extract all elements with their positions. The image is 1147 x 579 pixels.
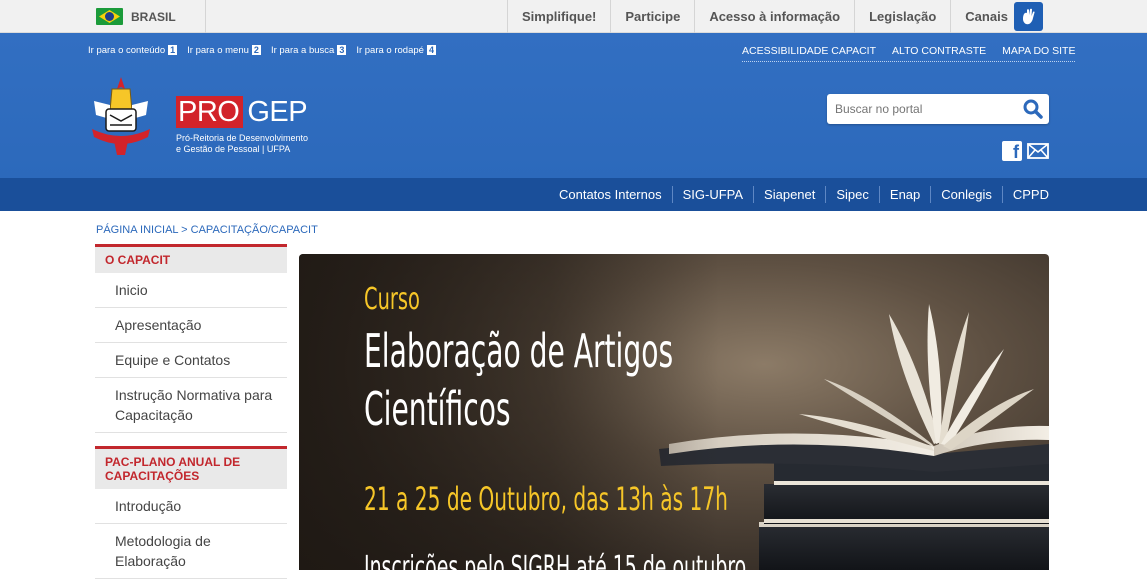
skip-links: Ir para o conteúdo 1 Ir para o menu 2 Ir p…	[88, 45, 436, 56]
logo-subtitle: Pró-Reitoria de Desenvolvimento e Gestão…	[176, 133, 309, 154]
nav-cppd[interactable]: CPPD	[1001, 186, 1059, 203]
nav-enap[interactable]: Enap	[878, 186, 930, 203]
ufpa-emblem-logo[interactable]	[88, 75, 154, 157]
breadcrumb[interactable]: PÁGINA INICIAL > CAPACITAÇÃO/CAPACIT	[96, 224, 318, 236]
brazil-flag-icon	[96, 8, 123, 25]
vlibras-hand-icon[interactable]	[1014, 2, 1043, 31]
gov-link-canais[interactable]: Canais	[950, 0, 1022, 33]
nav-contatos-internos[interactable]: Contatos Internos	[549, 186, 672, 203]
accessibility-links: ACESSIBILIDADE CAPACIT ALTO CONTRASTE MA…	[742, 45, 1076, 62]
social-links: f	[1002, 141, 1049, 161]
gov-bar: BRASIL Simplifique! Participe Acesso à i…	[0, 0, 1147, 33]
banner-registration: Inscrições pelo SIGRH até 15 de outubro	[364, 550, 747, 570]
sidebar-item-inicio[interactable]: Inicio	[95, 273, 287, 308]
gov-link-participe[interactable]: Participe	[610, 0, 694, 33]
brasil-label: BRASIL	[131, 9, 176, 24]
sidebar-menu: O CAPACIT Inicio Apresentação Equipe e C…	[95, 244, 287, 579]
facebook-icon[interactable]: f	[1002, 141, 1022, 161]
sidebar-item-equipe[interactable]: Equipe e Contatos	[95, 343, 287, 378]
search-icon[interactable]	[1023, 99, 1043, 119]
mail-icon[interactable]	[1027, 141, 1049, 161]
skip-link-footer[interactable]: Ir para o rodapé 4	[356, 45, 436, 56]
progep-logo[interactable]: PRO GEP	[176, 96, 308, 128]
sidebar-item-apresentacao[interactable]: Apresentação	[95, 308, 287, 343]
skip-link-content[interactable]: Ir para o conteúdo 1	[88, 45, 178, 56]
nav-sig-ufpa[interactable]: SIG-UFPA	[671, 186, 753, 203]
service-nav: Contatos Internos SIG-UFPA Siapenet Sipe…	[0, 178, 1147, 211]
sidebar-section-pac[interactable]: PAC-PLANO ANUAL DE CAPACITAÇÕES	[95, 446, 287, 489]
logo-pro: PRO	[176, 96, 244, 128]
gov-link-acesso[interactable]: Acesso à informação	[694, 0, 854, 33]
banner-kicker: Curso	[364, 282, 420, 317]
skip-link-menu[interactable]: Ir para o menu 2	[187, 45, 261, 56]
sidebar-item-instrucao[interactable]: Instrução Normativa para Capacitação	[95, 378, 287, 433]
nav-conlegis[interactable]: Conlegis	[930, 186, 1002, 203]
banner-title-line2: Científicos	[364, 382, 511, 436]
nav-siapenet[interactable]: Siapenet	[753, 186, 825, 203]
gov-links: Simplifique! Participe Acesso à informaç…	[507, 0, 1022, 33]
brasil-link[interactable]: BRASIL	[96, 0, 206, 33]
logo-gep: GEP	[247, 96, 308, 128]
banner-title-line1: Elaboração de Artigos	[364, 324, 674, 378]
high-contrast-link[interactable]: ALTO CONTRASTE	[892, 45, 986, 57]
nav-sipec[interactable]: Sipec	[825, 186, 879, 203]
accessibility-link[interactable]: ACESSIBILIDADE CAPACIT	[742, 45, 876, 57]
site-header: Ir para o conteúdo 1 Ir para o menu 2 Ir p…	[0, 33, 1147, 178]
skip-link-search[interactable]: Ir para a busca 3	[271, 45, 347, 56]
sidebar-item-introducao[interactable]: Introdução	[95, 489, 287, 524]
search-box	[827, 94, 1049, 124]
gov-link-simplifique[interactable]: Simplifique!	[507, 0, 610, 33]
sidebar-section-o-capacit[interactable]: O CAPACIT	[95, 244, 287, 273]
course-banner[interactable]: Curso Elaboração de Artigos Científicos …	[299, 254, 1049, 570]
sidebar-item-metodologia[interactable]: Metodologia de Elaboração	[95, 524, 287, 579]
banner-date: 21 a 25 de Outubro, das 13h às 17h	[364, 480, 728, 518]
search-input[interactable]	[827, 94, 1012, 124]
sitemap-link[interactable]: MAPA DO SITE	[1002, 45, 1075, 57]
gov-link-legislacao[interactable]: Legislação	[854, 0, 950, 33]
